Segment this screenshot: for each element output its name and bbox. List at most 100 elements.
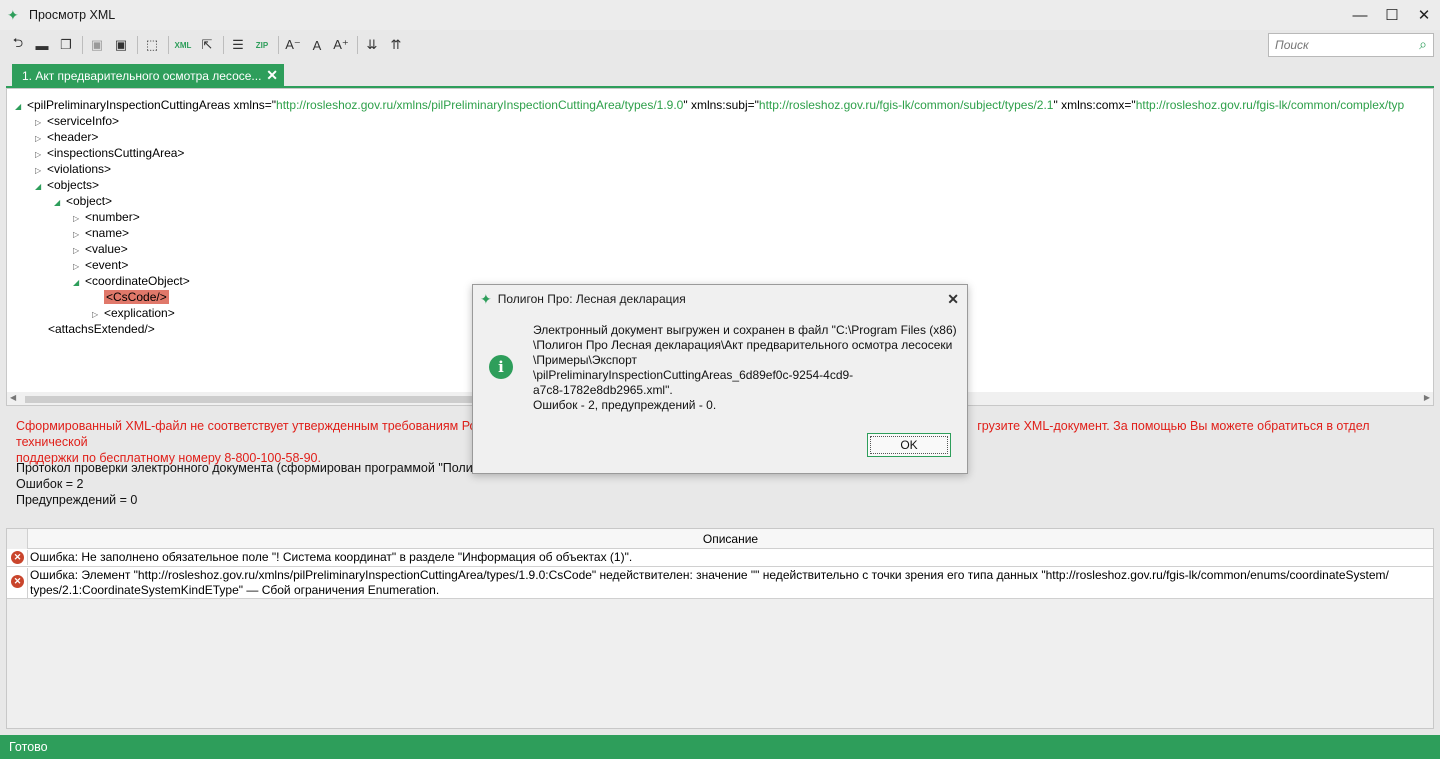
zip-icon[interactable]: ZIP <box>252 35 272 55</box>
expanded-arrow-icon[interactable]: ◢ <box>15 99 27 115</box>
protocol-line: Протокол проверки электронного документа… <box>16 461 484 475</box>
xml-tag: <attachsExtended/> <box>48 322 155 336</box>
xml-tag: <pilPreliminaryInspectionCuttingAreas xm… <box>27 98 277 112</box>
collapse-all-icon[interactable]: ⇈ <box>386 35 406 55</box>
toolbar-separator <box>223 36 224 54</box>
xml-node[interactable]: ▷ <header> <box>35 129 98 145</box>
xml-namespace-url: http://rosleshoz.gov.ru/fgis-lk/common/s… <box>758 98 1054 112</box>
tab-close-icon[interactable]: ✕ <box>266 67 278 84</box>
toolbar: ⮌ ▬ ❐ ▣ ▣ ⬚ XML ⇱ ☰ ZIP A⁻ A A⁺ ⇊ ⇈ <box>0 31 1440 59</box>
toolbar-separator <box>168 36 169 54</box>
dialog-title: Полигон Про: Лесная декларация <box>497 292 686 306</box>
table-row[interactable]: ✕ Ошибка: Элемент "http://rosleshoz.gov.… <box>7 567 1433 599</box>
search-input[interactable] <box>1275 34 1411 56</box>
errors-count: Ошибок = 2 <box>16 477 84 491</box>
font-reset-icon[interactable]: A <box>307 35 327 55</box>
info-icon: i <box>489 355 513 379</box>
xml-tag: <explication> <box>104 306 175 320</box>
xml-node[interactable]: ◢ <coordinateObject> <box>73 273 190 289</box>
scroll-right-icon[interactable]: ▶ <box>1424 393 1430 402</box>
expanded-arrow-icon[interactable]: ◢ <box>35 179 47 195</box>
xml-node-selected[interactable]: <CsCode/> <box>104 289 169 305</box>
copy-icon[interactable]: ❐ <box>56 35 76 55</box>
xml-node[interactable]: ▷ <inspectionsCuttingArea> <box>35 145 184 161</box>
tab-document[interactable]: 1. Акт предварительного осмотра лесосе..… <box>12 64 284 88</box>
xml-node[interactable]: ◢ <object> <box>54 193 112 209</box>
xml-tag: <serviceInfo> <box>47 114 120 128</box>
minimize-button[interactable]: — <box>1344 0 1376 30</box>
validate-xml-icon[interactable]: XML <box>173 35 193 55</box>
scrollbar-thumb[interactable] <box>25 396 485 403</box>
table-cell: Ошибка: Элемент "http://rosleshoz.gov.ru… <box>27 568 1427 598</box>
app-logo-icon: ✦ <box>7 7 19 23</box>
search-icon[interactable]: ⌕ <box>1419 36 1427 53</box>
status-bar: Готово <box>0 735 1440 759</box>
xml-attr: " xmlns:comx=" <box>1053 98 1136 112</box>
toolbar-separator <box>357 36 358 54</box>
tab-label: 1. Акт предварительного осмотра лесосе..… <box>22 69 262 83</box>
expanded-arrow-icon[interactable]: ◢ <box>73 275 85 291</box>
maximize-button[interactable]: ☐ <box>1376 0 1408 30</box>
table-cell: Ошибка: Не заполнено обязательное поле "… <box>27 550 1427 565</box>
font-increase-icon[interactable]: A⁺ <box>331 35 351 55</box>
xml-tag: <number> <box>85 210 140 224</box>
xml-node[interactable]: ▷ <event> <box>73 257 128 273</box>
errors-table: Описание ✕ Ошибка: Не заполнено обязател… <box>6 528 1434 729</box>
xml-attr: " xmlns:subj=" <box>683 98 759 112</box>
xml-tag: <objects> <box>47 178 100 192</box>
select-all-icon[interactable]: ⬚ <box>142 35 162 55</box>
open-folder-icon[interactable]: ▬ <box>32 35 52 55</box>
font-decrease-icon[interactable]: A⁻ <box>283 35 303 55</box>
xml-root-node[interactable]: ◢ <pilPreliminaryInspectionCuttingAreas x… <box>15 97 1404 113</box>
window-titlebar: ✦ Просмотр XML — ☐ ✕ <box>0 0 1440 30</box>
dialog-close-icon[interactable]: ✕ <box>947 291 959 308</box>
close-button[interactable]: ✕ <box>1408 0 1440 30</box>
toolbar-separator <box>137 36 138 54</box>
xml-namespace-url: http://rosleshoz.gov.ru/fgis-lk/common/c… <box>1135 98 1405 112</box>
xml-tag: <object> <box>66 194 113 208</box>
protocol-summary: Протокол проверки электронного документа… <box>16 460 484 508</box>
xml-node[interactable]: ▷ <violations> <box>35 161 111 177</box>
expanded-arrow-icon[interactable]: ◢ <box>54 195 66 211</box>
ok-button[interactable]: OK <box>867 433 951 457</box>
error-icon: ✕ <box>11 575 24 588</box>
table-row[interactable]: ✕ Ошибка: Не заполнено обязательное поле… <box>7 549 1433 567</box>
scroll-left-icon[interactable]: ◀ <box>10 393 16 402</box>
expand-all-icon[interactable]: ⇊ <box>362 35 382 55</box>
column-header-description[interactable]: Описание <box>27 529 1433 549</box>
xml-tag: <inspectionsCuttingArea> <box>47 146 185 160</box>
save-icon[interactable]: ▣ <box>87 35 107 55</box>
xml-node[interactable]: ▷ <serviceInfo> <box>35 113 119 129</box>
document-tabs: 1. Акт предварительного осмотра лесосе..… <box>0 62 1440 88</box>
save-as-icon[interactable]: ▣ <box>111 35 131 55</box>
window-title: Просмотр XML <box>29 8 116 22</box>
xml-tag: <name> <box>85 226 130 240</box>
error-icon: ✕ <box>11 551 24 564</box>
warnings-count: Предупреждений = 0 <box>16 493 138 507</box>
xml-node[interactable]: ◢ <objects> <box>35 177 99 193</box>
search-box: ⌕ <box>1268 33 1434 57</box>
export-icon[interactable]: ⇱ <box>197 35 217 55</box>
xml-node[interactable]: ▷ <name> <box>73 225 129 241</box>
dialog-message: Электронный документ выгружен и сохранен… <box>533 323 957 412</box>
error-message-start: Сформированный XML-файл не соответствует… <box>16 419 504 433</box>
xml-tag: <CsCode/> <box>104 290 169 304</box>
xml-tag: <violations> <box>47 162 112 176</box>
xml-tag: <header> <box>47 130 99 144</box>
xml-namespace-url: http://rosleshoz.gov.ru/xmlns/pilPrelimi… <box>276 98 684 112</box>
xml-node[interactable]: ▷ <explication> <box>92 305 175 321</box>
app-logo-icon: ✦ <box>480 290 492 307</box>
xml-tag: <event> <box>85 258 129 272</box>
xml-node[interactable]: ▷ <value> <box>73 241 128 257</box>
export-result-dialog: ✦ Полигон Про: Лесная декларация ✕ i Эле… <box>472 284 968 474</box>
xml-tag: <value> <box>85 242 128 256</box>
report-icon[interactable]: ☰ <box>228 35 248 55</box>
toolbar-separator <box>82 36 83 54</box>
window-controls: — ☐ ✕ <box>1344 0 1440 30</box>
open-recent-icon[interactable]: ⮌ <box>8 35 28 55</box>
dialog-titlebar: ✦ Полигон Про: Лесная декларация ✕ <box>473 285 967 313</box>
xml-tag: <coordinateObject> <box>85 274 190 288</box>
toolbar-separator <box>278 36 279 54</box>
xml-node[interactable]: <attachsExtended/> <box>48 321 155 337</box>
xml-node[interactable]: ▷ <number> <box>73 209 140 225</box>
